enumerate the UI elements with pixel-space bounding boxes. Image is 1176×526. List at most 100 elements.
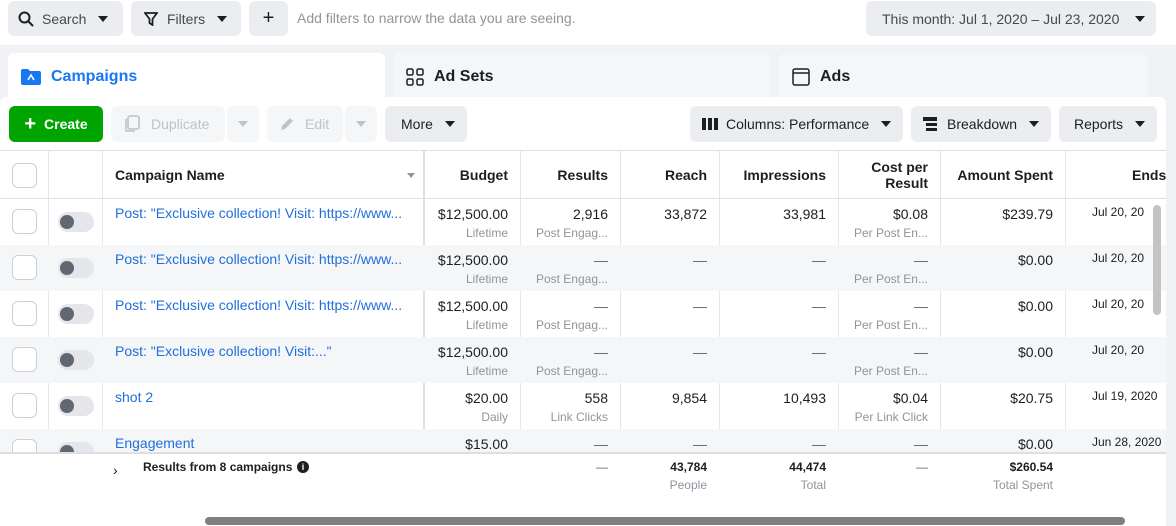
tab-ad-sets[interactable]: Ad Sets	[393, 53, 770, 101]
horizontal-scrollbar[interactable]	[205, 517, 1125, 525]
cell-cost: —	[914, 436, 928, 452]
toggle-knob	[60, 261, 74, 275]
header-impressions[interactable]: Impressions	[721, 151, 826, 199]
filters-button[interactable]: Filters	[131, 1, 241, 36]
edit-label: Edit	[305, 116, 330, 132]
header-cost-per-result[interactable]: Cost per Result	[840, 151, 928, 199]
cell-budget-type: Daily	[481, 410, 508, 424]
window-icon	[791, 67, 811, 87]
campaign-name-link[interactable]: Post: "Exclusive collection! Visit: http…	[115, 251, 402, 267]
search-icon	[18, 11, 34, 27]
reports-button[interactable]: Reports	[1059, 106, 1157, 142]
cell-impressions: —	[812, 298, 826, 314]
table-row[interactable]: Post: "Exclusive collection! Visit: http…	[0, 291, 1166, 337]
chevron-down-icon	[98, 15, 109, 22]
cell-spent: $20.75	[1010, 390, 1053, 406]
cell-results: —	[594, 252, 608, 268]
summary-results: —	[596, 460, 608, 474]
date-range-picker[interactable]: This month: Jul 1, 2020 – Jul 23, 2020	[866, 1, 1156, 36]
cell-impressions: 10,493	[783, 390, 826, 406]
tab-label: Ad Sets	[434, 68, 494, 85]
more-button[interactable]: More	[385, 106, 467, 142]
cell-budget-type: Lifetime	[465, 364, 508, 378]
row-checkbox[interactable]	[12, 347, 37, 372]
edit-menu-button[interactable]	[345, 106, 377, 142]
plus-icon: +	[24, 112, 37, 135]
add-filter-button[interactable]: +	[249, 1, 288, 36]
cell-cost: —	[914, 298, 928, 314]
grid-icon	[405, 67, 425, 87]
header-reach[interactable]: Reach	[622, 151, 707, 199]
cell-cost: $0.04	[892, 390, 928, 406]
cell-results-type: Post Engag...	[535, 318, 608, 332]
breakdown-icon	[923, 117, 937, 131]
table-row[interactable]: shot 2 $20.00 Daily 558 Link Clicks 9,854 10,4…	[0, 383, 1166, 429]
search-button[interactable]: Search	[8, 1, 123, 36]
campaign-name-link[interactable]: Post: "Exclusive collection! Visit: http…	[115, 297, 402, 313]
campaign-toggle[interactable]	[58, 396, 94, 416]
header-results[interactable]: Results	[522, 151, 608, 199]
expand-chevron-icon[interactable]: ›	[113, 462, 118, 478]
columns-label: Columns: Performance	[726, 116, 870, 132]
select-all-checkbox[interactable]	[12, 163, 37, 188]
header-campaign-name[interactable]: Campaign Name	[115, 151, 415, 199]
columns-button[interactable]: Columns: Performance	[690, 106, 903, 142]
duplicate-menu-button[interactable]	[227, 106, 259, 142]
summary-reach: 43,784	[670, 460, 707, 474]
header-amount-spent[interactable]: Amount Spent	[942, 151, 1053, 199]
info-icon[interactable]: i	[297, 461, 309, 473]
row-checkbox[interactable]	[12, 393, 37, 418]
tab-label: Campaigns	[51, 68, 138, 85]
columns-icon	[702, 117, 718, 131]
tab-campaigns[interactable]: Campaigns	[8, 53, 385, 101]
vertical-scrollbar[interactable]	[1153, 205, 1161, 315]
cell-results-type: Post Engag...	[535, 226, 608, 240]
cell-spent: $0.00	[1017, 436, 1053, 452]
duplicate-icon	[123, 115, 141, 133]
chevron-down-icon	[356, 121, 366, 127]
cell-results: —	[594, 298, 608, 314]
cell-cost-type: Per Post En...	[853, 364, 928, 378]
header-ends[interactable]: Ends	[1132, 151, 1166, 199]
table-row[interactable]: Post: "Exclusive collection! Visit: http…	[0, 199, 1166, 245]
header-budget[interactable]: Budget	[425, 151, 508, 199]
campaign-name-link[interactable]: shot 2	[115, 389, 153, 405]
cell-impressions: 33,981	[783, 206, 826, 222]
breakdown-label: Breakdown	[947, 116, 1018, 132]
table-row[interactable]: Post: "Exclusive collection! Visit: http…	[0, 245, 1166, 291]
date-range-label: This month: Jul 1, 2020 – Jul 23, 2020	[882, 10, 1120, 27]
summary-impressions-unit: Total	[800, 478, 826, 492]
tab-label: Ads	[820, 68, 851, 85]
row-checkbox[interactable]	[12, 301, 37, 326]
tab-ads[interactable]: Ads	[779, 53, 1148, 101]
cell-budget-type: Lifetime	[465, 318, 508, 332]
chevron-down-icon	[1135, 121, 1146, 127]
edit-button[interactable]: Edit	[267, 106, 343, 142]
summary-cost: —	[916, 460, 928, 474]
row-checkbox[interactable]	[12, 209, 37, 234]
campaign-toggle[interactable]	[58, 258, 94, 278]
campaign-toggle[interactable]	[58, 304, 94, 324]
chevron-down-icon	[238, 121, 248, 127]
more-label: More	[401, 116, 433, 132]
cell-reach: 9,854	[671, 390, 707, 406]
breakdown-button[interactable]: Breakdown	[911, 106, 1051, 142]
campaign-name-link[interactable]: Post: "Exclusive collection! Visit:..."	[115, 343, 332, 359]
cell-cost: —	[914, 252, 928, 268]
chevron-down-icon	[1029, 121, 1040, 127]
duplicate-label: Duplicate	[151, 116, 210, 132]
table-row[interactable]: Post: "Exclusive collection! Visit:..." $…	[0, 337, 1166, 383]
create-button[interactable]: + Create	[9, 106, 103, 142]
create-label: Create	[44, 116, 88, 132]
duplicate-button[interactable]: Duplicate	[111, 106, 225, 142]
cell-reach: —	[693, 252, 707, 268]
search-label: Search	[42, 10, 87, 27]
cell-cost: —	[914, 344, 928, 360]
chevron-down-icon	[881, 121, 892, 127]
campaign-toggle[interactable]	[58, 350, 94, 370]
cell-ends: Jul 20, 20	[1092, 205, 1145, 219]
campaign-name-link[interactable]: Engagement	[115, 435, 194, 451]
row-checkbox[interactable]	[12, 255, 37, 280]
campaign-toggle[interactable]	[58, 212, 94, 232]
campaign-name-link[interactable]: Post: "Exclusive collection! Visit: http…	[115, 205, 402, 221]
